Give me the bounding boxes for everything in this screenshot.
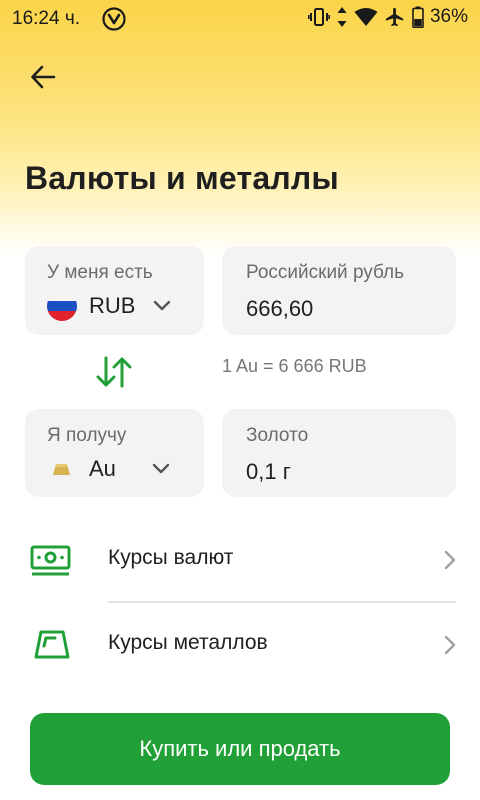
swap-arrows-icon <box>96 356 132 388</box>
page-title: Валюты и металлы <box>25 160 339 196</box>
have-amount-card[interactable]: Российский рубль 666,60 <box>222 246 456 335</box>
get-currency-card[interactable]: Я получу Au <box>25 409 204 497</box>
battery-icon <box>412 6 424 28</box>
chevron-right-icon <box>444 635 456 660</box>
back-button[interactable] <box>26 60 60 94</box>
currency-rates-link[interactable]: Курсы валют <box>0 520 480 600</box>
get-amount-label: Золото <box>246 425 309 446</box>
get-amount-card[interactable]: Золото 0,1 г <box>222 409 456 497</box>
banknote-icon <box>30 542 72 583</box>
arrow-left-icon <box>31 65 56 89</box>
screen: 16:24 ч. 36% Валюты и металлы У меня ест… <box>0 0 480 800</box>
have-amount-label: Российский рубль <box>246 262 405 283</box>
divider <box>108 601 456 603</box>
metal-rates-label: Курсы металлов <box>108 631 268 654</box>
buy-or-sell-label: Купить или продать <box>139 736 341 761</box>
russia-flag-icon <box>47 291 77 321</box>
get-amount-input[interactable]: 0,1 г <box>246 459 291 485</box>
airplane-icon <box>384 6 406 28</box>
have-amount-input[interactable]: 666,60 <box>246 296 313 322</box>
get-currency-select[interactable]: Au <box>47 453 170 485</box>
swap-button[interactable] <box>94 352 134 392</box>
data-arrows-icon <box>336 6 348 28</box>
vibrate-icon <box>307 7 330 27</box>
buy-or-sell-button[interactable]: Купить или продать <box>30 713 450 785</box>
get-currency-code: Au <box>89 456 116 481</box>
exchange-rate: 1 Au = 6 666 RUB <box>222 356 367 376</box>
get-label: Я получу <box>47 425 127 446</box>
battery-percent: 36% <box>429 6 468 27</box>
chevron-down-icon <box>152 463 170 474</box>
currency-rates-label: Курсы валют <box>108 546 234 569</box>
chevron-down-icon <box>154 300 171 311</box>
status-bar: 16:24 ч. 36% <box>0 0 480 38</box>
have-currency-card[interactable]: У меня есть RUB <box>25 246 204 335</box>
metal-ingot-icon <box>32 629 72 666</box>
app-notification-icon <box>102 7 126 31</box>
have-currency-code: RUB <box>89 293 136 318</box>
metal-rates-link[interactable]: Курсы металлов <box>0 605 480 685</box>
chevron-right-icon <box>444 550 456 575</box>
gold-bar-icon <box>47 454 77 484</box>
have-label: У меня есть <box>47 262 153 283</box>
wifi-icon <box>354 7 378 27</box>
status-time: 16:24 ч. <box>12 8 81 29</box>
have-currency-select[interactable]: RUB <box>47 290 171 322</box>
